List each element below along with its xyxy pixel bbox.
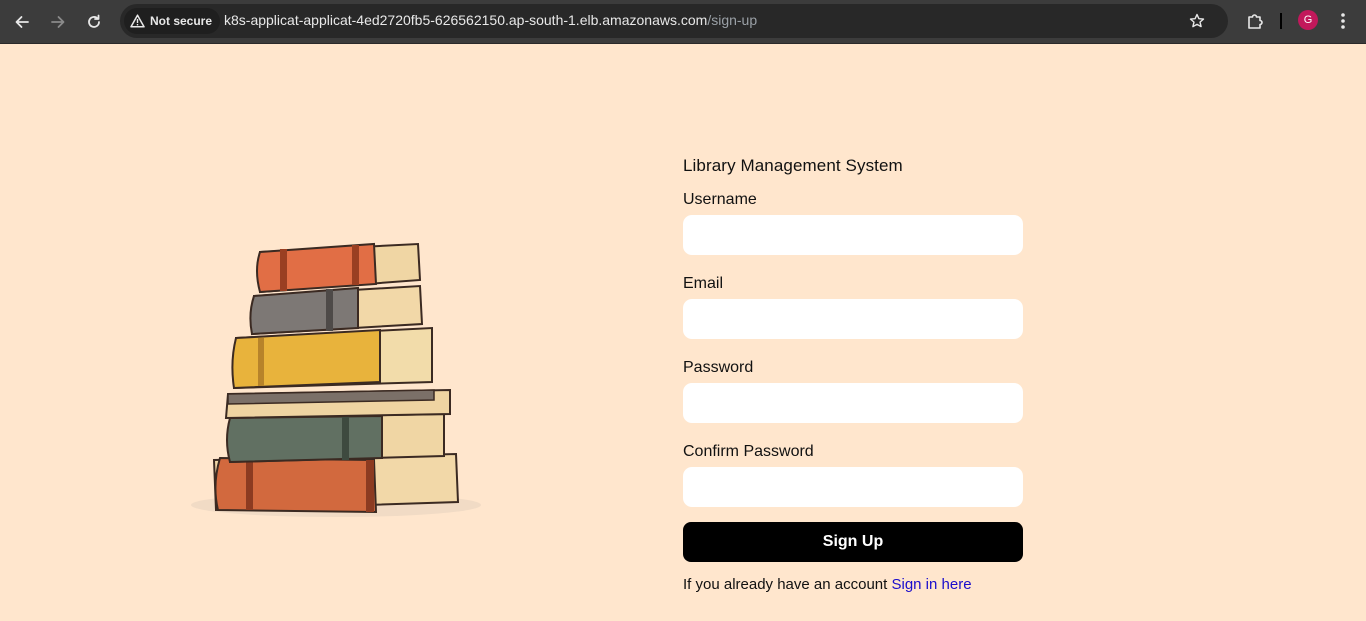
forward-button[interactable]	[44, 8, 72, 36]
browser-menu-button[interactable]	[1333, 10, 1353, 32]
confirm-password-input[interactable]	[683, 467, 1023, 507]
extensions-button[interactable]	[1242, 8, 1268, 34]
username-input[interactable]	[683, 215, 1023, 255]
email-label: Email	[683, 275, 724, 292]
forward-icon	[51, 16, 65, 28]
warning-icon	[130, 14, 145, 28]
address-bar[interactable]: Not secure k8s-applicat-applicat-4ed2720…	[120, 4, 1228, 38]
star-icon	[1189, 13, 1205, 28]
back-icon	[15, 16, 29, 28]
password-input[interactable]	[683, 383, 1023, 423]
reload-icon	[88, 14, 100, 28]
url-text[interactable]: k8s-applicat-applicat-4ed2720fb5-6265621…	[224, 12, 757, 28]
security-label: Not secure	[150, 14, 213, 28]
app-title: Library Management System	[683, 156, 903, 175]
url-path: /sign-up	[707, 12, 758, 28]
signin-prompt-line: If you already have an account Sign in h…	[683, 576, 1023, 593]
browser-toolbar: Not secure k8s-applicat-applicat-4ed2720…	[0, 0, 1366, 44]
profile-avatar[interactable]: G	[1298, 10, 1318, 30]
email-input[interactable]	[683, 299, 1023, 339]
reload-button[interactable]	[80, 8, 108, 36]
signin-link[interactable]: Sign in here	[891, 576, 971, 593]
books-illustration	[191, 242, 481, 517]
signup-form: Library Management System Username Email…	[683, 156, 1023, 593]
menu-icon	[1341, 13, 1345, 29]
username-label: Username	[683, 191, 757, 208]
extensions-icon	[1248, 14, 1263, 29]
security-chip[interactable]: Not secure	[124, 8, 221, 34]
signup-button[interactable]: Sign Up	[683, 522, 1023, 562]
url-host: k8s-applicat-applicat-4ed2720fb5-6265621…	[224, 12, 708, 28]
bookmark-button[interactable]	[1187, 11, 1207, 31]
confirm-password-label: Confirm Password	[683, 443, 814, 460]
password-label: Password	[683, 359, 754, 376]
toolbar-divider	[1280, 13, 1282, 29]
signin-prompt: If you already have an account	[683, 576, 888, 593]
back-button[interactable]	[8, 8, 36, 36]
